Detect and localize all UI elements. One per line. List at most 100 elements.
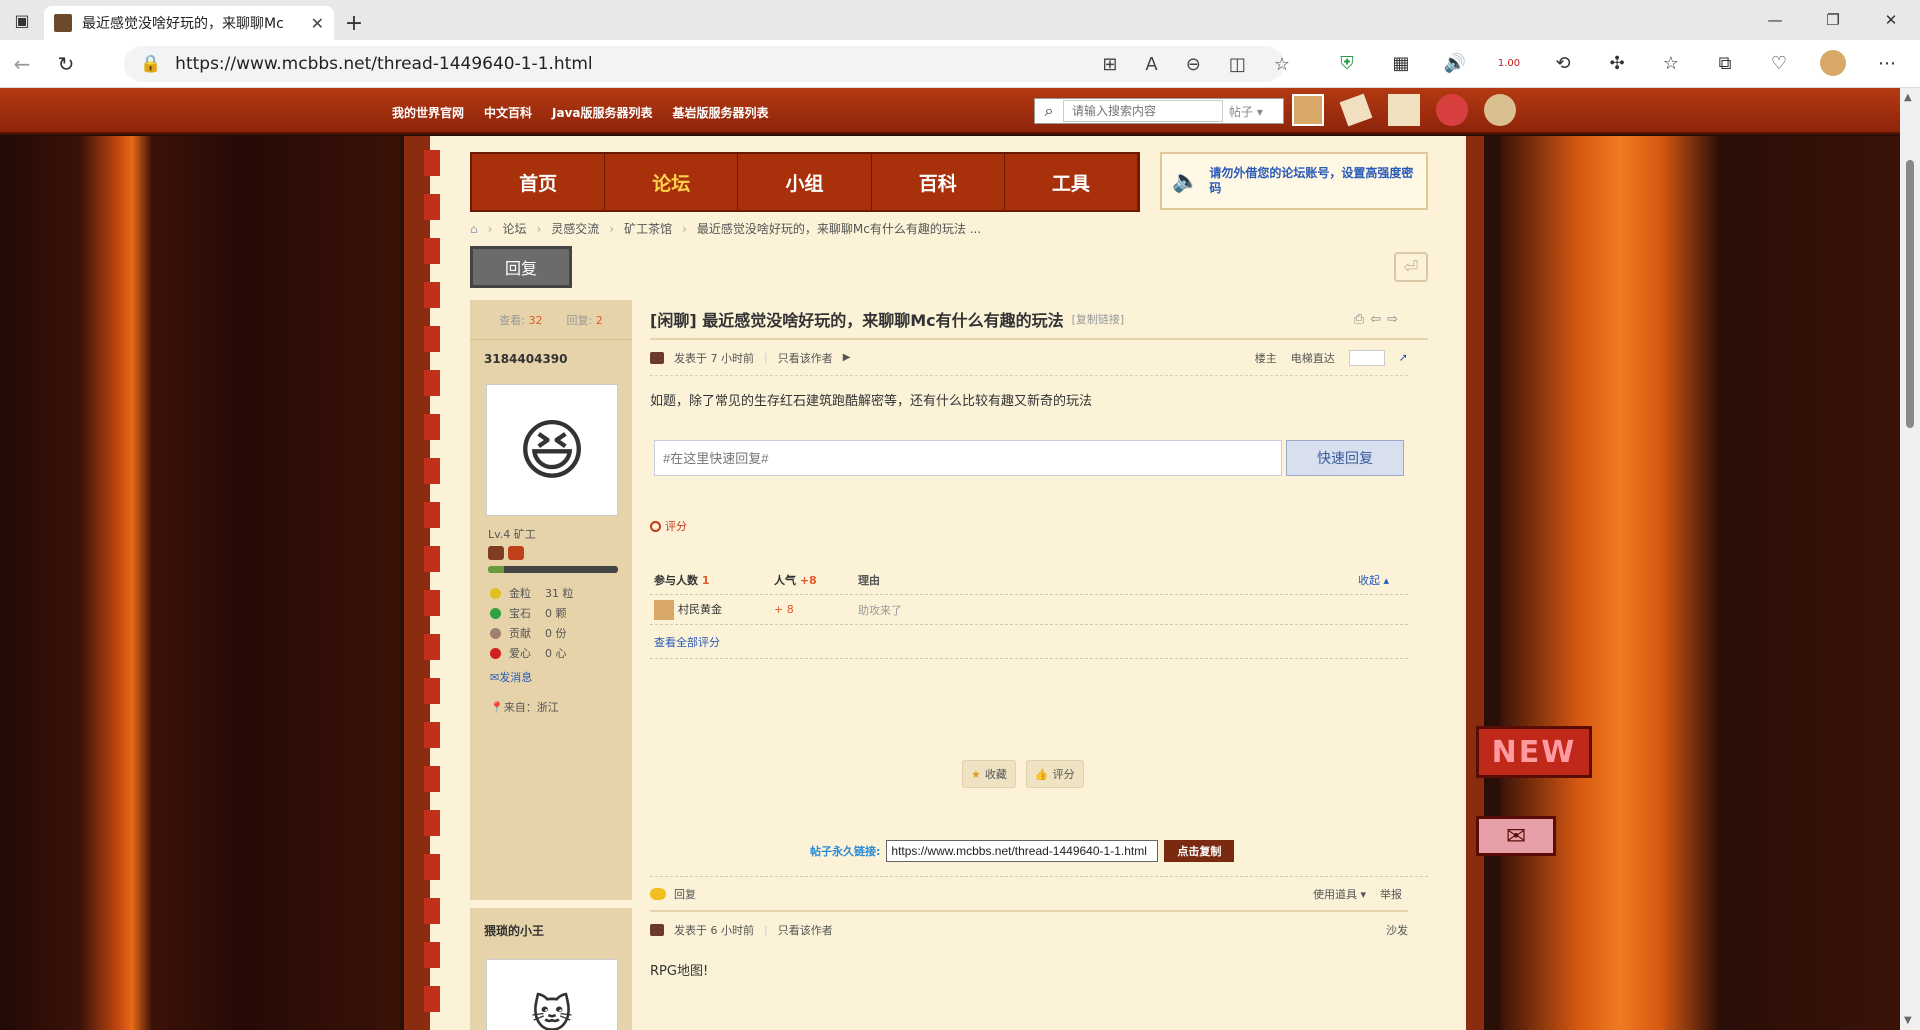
url-text: https://www.mcbbs.net/thread-1449640-1-1… (175, 54, 593, 74)
refresh-icon[interactable]: ↻ (44, 52, 88, 76)
crumb-teahouse[interactable]: 矿工茶馆 (624, 220, 672, 237)
favorite-star-icon[interactable]: ☆ (1274, 54, 1290, 75)
return-list-icon[interactable]: ⏎ (1394, 252, 1428, 282)
tab-actions-icon[interactable]: ▣ (0, 0, 44, 40)
counter-extension-icon[interactable]: 1.00 (1496, 50, 1522, 76)
rate-button[interactable]: 👍 评分 (1025, 760, 1084, 788)
extensions-puzzle-icon[interactable]: ✣ (1604, 50, 1630, 76)
profile-avatar-icon[interactable] (1820, 50, 1846, 76)
page-scrollbar[interactable]: ▲ ▼ (1900, 88, 1920, 1030)
author-sidebar-2: 猥琐的小王 🐱 (470, 908, 632, 1030)
image-extension-icon[interactable]: ▦ (1388, 50, 1414, 76)
top-link-wiki[interactable]: 中文百科 (484, 104, 532, 121)
favorite-button[interactable]: ★ 收藏 (962, 760, 1016, 788)
prev-thread-icon[interactable]: ⇦ (1370, 312, 1381, 327)
search-icon[interactable]: ⌕ (1035, 101, 1063, 121)
reply-button[interactable]: 回复 (470, 246, 572, 288)
notifications-icon[interactable] (1436, 94, 1468, 126)
medal-icon[interactable] (508, 546, 524, 560)
rater-name[interactable]: 村民黄金 (678, 603, 722, 616)
only-author-link-2[interactable]: 只看该作者 (778, 922, 833, 938)
scroll-down-icon[interactable]: ▼ (1904, 1015, 1912, 1026)
permalink-label: 帖子永久链接: (810, 845, 881, 858)
sync-extension-icon[interactable]: ⟲ (1550, 50, 1576, 76)
nav-wiki[interactable]: 百科 (872, 154, 1005, 210)
next-thread-icon[interactable]: ⇨ (1387, 312, 1398, 327)
collapse-link[interactable]: 收起 ▴ (1358, 572, 1408, 588)
reply-link[interactable]: 回复 (674, 886, 696, 902)
author-stats: 金粒 31 粒 宝石 0 颗 贡献 0 份 爱心 0 心 (470, 573, 632, 663)
report-link[interactable]: 举报 (1380, 886, 1402, 902)
minimize-button[interactable]: — (1746, 0, 1804, 40)
scroll-up-icon[interactable]: ▲ (1904, 92, 1912, 103)
use-tools-dropdown[interactable]: 使用道具 ▾ (1313, 886, 1366, 902)
restore-button[interactable]: ❐ (1804, 0, 1862, 40)
print-icon[interactable]: ⎙ (1354, 312, 1364, 327)
read-aloud-icon[interactable]: A (1145, 54, 1157, 75)
stat-value: 0 心 (545, 647, 567, 660)
apps-icon[interactable]: ⊞ (1102, 54, 1117, 75)
shield-extension-icon[interactable]: ⛨ (1334, 50, 1360, 76)
view-all-ratings-link[interactable]: 查看全部评分 (650, 625, 1408, 659)
search-type-select[interactable]: 帖子 ▾ (1223, 103, 1283, 120)
mail-flag-icon[interactable]: ✉ (1476, 816, 1556, 856)
author-avatar-2[interactable]: 🐱 (486, 959, 618, 1030)
scrollbar-thumb[interactable] (1906, 160, 1914, 428)
nav-forum[interactable]: 论坛 (605, 154, 739, 210)
stat-label: 金粒 (509, 587, 531, 600)
favorites-icon[interactable]: ☆ (1658, 50, 1684, 76)
top-link-official[interactable]: 我的世界官网 (392, 104, 464, 121)
new-tab-button[interactable]: + (334, 6, 374, 40)
search-type-value: 帖子 (1229, 104, 1254, 119)
main-nav: 首页 论坛 小组 百科 工具 (470, 152, 1140, 212)
go-icon[interactable]: ➚ (1399, 351, 1408, 364)
quick-reply-button[interactable]: 快速回复 (1286, 440, 1404, 476)
zoom-icon[interactable]: ⊖ (1186, 54, 1201, 75)
search-input[interactable] (1063, 100, 1223, 122)
send-message-link[interactable]: ✉发消息 (470, 663, 632, 685)
rate-table: 参与人数 1 人气 +8 理由 收起 ▴ 村民黄金 + 8 助攻来了 查看全部评… (650, 565, 1408, 659)
site-topbar: 我的世界官网 中文百科 Java版服务器列表 基岩版服务器列表 ⌕ 帖子 ▾ (0, 88, 1900, 134)
browser-tab[interactable]: 最近感觉没啥好玩的，来聊聊Mc ✕ (44, 6, 334, 40)
security-notice[interactable]: 🔈 请勿外借您的论坛账号，设置高强度密码 (1160, 152, 1428, 210)
quick-reply-input[interactable] (654, 440, 1282, 476)
back-icon[interactable]: ← (0, 52, 44, 76)
nav-groups[interactable]: 小组 (738, 154, 872, 210)
new-posts-flag[interactable]: NEW (1476, 726, 1592, 778)
split-screen-icon[interactable]: ◫ (1229, 54, 1246, 75)
nav-tools[interactable]: 工具 (1005, 154, 1139, 210)
crumb-thread: 最近感觉没啥好玩的，来聊聊Mc有什么有趣的玩法 ... (696, 222, 982, 236)
messages-icon[interactable] (1339, 93, 1373, 127)
browser-tabbar: ▣ 最近感觉没啥好玩的，来聊聊Mc ✕ + — ❐ ✕ (0, 0, 1920, 40)
copy-link[interactable]: [复制链接] (1072, 311, 1125, 327)
author-avatar[interactable]: 😆 (486, 384, 618, 516)
jump-floor-input[interactable] (1348, 349, 1385, 366)
rater-avatar[interactable] (654, 599, 674, 620)
author-level: Lv.4 矿工 (488, 528, 536, 541)
rate-circle-icon (650, 520, 661, 532)
collections-icon[interactable]: ⧉ (1712, 50, 1738, 76)
more-menu-icon[interactable]: ⋯ (1874, 50, 1900, 76)
gift-icon[interactable] (1388, 94, 1420, 126)
crumb-inspiration[interactable]: 灵感交流 (551, 220, 599, 237)
performance-icon[interactable]: ♡ (1766, 50, 1792, 76)
top-link-bedrock-servers[interactable]: 基岩版服务器列表 (673, 104, 769, 121)
floor-label: 楼主 (1254, 351, 1277, 365)
speaker-icon: 🔈 (1172, 168, 1200, 194)
author-name[interactable]: 3184404390 (470, 340, 632, 366)
nav-home[interactable]: 首页 (472, 154, 606, 210)
medal-icon[interactable] (488, 546, 504, 560)
author-name-2[interactable]: 猥琐的小王 (470, 908, 632, 939)
sound-icon[interactable]: 🔊 (1442, 50, 1468, 76)
top-link-java-servers[interactable]: Java版服务器列表 (552, 104, 652, 121)
close-tab-icon[interactable]: ✕ (311, 14, 324, 33)
arrow-right-icon[interactable]: ▶ (843, 352, 851, 363)
copy-permalink-button[interactable]: 点击复制 (1164, 840, 1235, 862)
user-avatar-icon[interactable] (1292, 94, 1324, 126)
home-icon[interactable]: ⌂ (470, 222, 478, 236)
close-window-button[interactable]: ✕ (1862, 0, 1920, 40)
permalink-field[interactable] (886, 840, 1159, 862)
only-author-link[interactable]: 只看该作者 (778, 350, 833, 366)
cookie-icon[interactable] (1484, 94, 1516, 126)
crumb-forum[interactable]: 论坛 (502, 220, 526, 237)
